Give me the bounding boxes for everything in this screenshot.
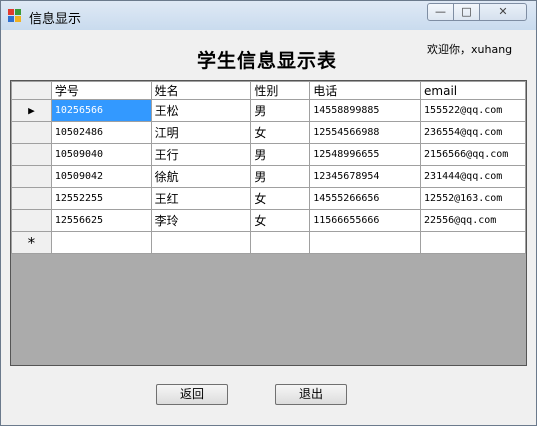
grid-header-row: 学号 姓名 性别 电话 email xyxy=(11,81,526,100)
phone-cell[interactable]: 12345678954 xyxy=(309,165,422,188)
new-row-cell[interactable] xyxy=(150,231,252,254)
email-cell[interactable]: 231444@qq.com xyxy=(420,165,526,188)
new-row-indicator[interactable]: * xyxy=(11,231,52,254)
id-cell[interactable]: 10509040 xyxy=(50,143,152,166)
id-cell[interactable]: 10509042 xyxy=(50,165,152,188)
email-cell[interactable]: 12552@163.com xyxy=(420,187,526,210)
grid-corner-cell[interactable] xyxy=(11,81,52,100)
back-button[interactable]: 返回 xyxy=(156,384,228,405)
column-header-gender[interactable]: 性别 xyxy=(250,81,311,100)
column-header-phone[interactable]: 电话 xyxy=(309,81,422,100)
id-cell[interactable]: 12552255 xyxy=(50,187,152,210)
gender-cell[interactable]: 男 xyxy=(250,143,311,166)
id-cell[interactable]: 12556625 xyxy=(50,209,152,232)
table-row[interactable]: 10509040 王行男 12548996655 2156566@qq.com xyxy=(11,143,526,166)
name-cell[interactable]: 江明 xyxy=(150,121,252,144)
email-cell[interactable]: 22556@qq.com xyxy=(420,209,526,232)
row-header[interactable] xyxy=(11,121,52,144)
page-title: 学生信息显示表 xyxy=(197,50,338,72)
phone-cell[interactable]: 12554566988 xyxy=(309,121,422,144)
phone-cell[interactable]: 14558899885 xyxy=(309,99,422,122)
gender-cell[interactable]: 女 xyxy=(250,121,311,144)
welcome-label: 欢迎你，xuhang xyxy=(427,43,513,56)
phone-cell[interactable]: 11566655666 xyxy=(309,209,422,232)
table-row[interactable]: 10502486 江明女 12554566988 236554@qq.com xyxy=(11,121,526,144)
id-cell[interactable]: 10256566 xyxy=(50,99,152,122)
email-cell[interactable]: 236554@qq.com xyxy=(420,121,526,144)
minimize-button[interactable]: — xyxy=(427,3,454,21)
table-row[interactable]: ▶ 10256566 王松男 14558899885 155522@qq.com xyxy=(11,99,526,122)
phone-cell[interactable]: 12548996655 xyxy=(309,143,422,166)
window-title: 信息显示 xyxy=(29,12,82,27)
row-header[interactable] xyxy=(11,165,52,188)
new-row-cell[interactable] xyxy=(309,231,422,254)
new-row-cell[interactable] xyxy=(250,231,311,254)
title-bar[interactable]: 信息显示 — □ ✕ xyxy=(1,1,536,30)
new-row-cell[interactable] xyxy=(50,231,152,254)
maximize-button[interactable]: □ xyxy=(453,3,480,21)
table-row[interactable]: 12552255 王红女 14555266656 12552@163.com xyxy=(11,187,526,210)
current-row-indicator[interactable]: ▶ xyxy=(11,99,52,122)
name-cell[interactable]: 王红 xyxy=(150,187,252,210)
phone-cell[interactable]: 14555266656 xyxy=(309,187,422,210)
new-row[interactable]: * xyxy=(11,231,526,254)
student-data-grid[interactable]: 学号 姓名 性别 电话 email ▶ 10256566 王松男 1455889988… xyxy=(10,80,527,366)
row-header[interactable] xyxy=(11,187,52,210)
email-cell[interactable]: 2156566@qq.com xyxy=(420,143,526,166)
row-header[interactable] xyxy=(11,209,52,232)
row-header[interactable] xyxy=(11,143,52,166)
gender-cell[interactable]: 女 xyxy=(250,187,311,210)
grid-body: ▶ 10256566 王松男 14558899885 155522@qq.com 1050… xyxy=(11,99,526,254)
id-cell[interactable]: 10502486 xyxy=(50,121,152,144)
grid-table: 学号 姓名 性别 电话 email ▶ 10256566 王松男 1455889988… xyxy=(11,81,526,254)
column-header-email[interactable]: email xyxy=(420,81,526,100)
form-client-area: 学生信息显示表 欢迎你，xuhang 学号 姓名 性别 电话 email ▶ 1… xyxy=(9,31,528,420)
table-row[interactable]: 12556625 李玲女 11566655666 22556@qq.com xyxy=(11,209,526,232)
name-cell[interactable]: 王行 xyxy=(150,143,252,166)
close-button[interactable]: ✕ xyxy=(479,3,527,21)
email-cell[interactable]: 155522@qq.com xyxy=(420,99,526,122)
gender-cell[interactable]: 女 xyxy=(250,209,311,232)
app-icon xyxy=(8,9,22,23)
name-cell[interactable]: 徐航 xyxy=(150,165,252,188)
main-window: 信息显示 — □ ✕ 学生信息显示表 欢迎你，xuhang 学号 姓名 性别 电… xyxy=(0,0,537,426)
name-cell[interactable]: 李玲 xyxy=(150,209,252,232)
new-row-cell[interactable] xyxy=(420,231,526,254)
column-header-name[interactable]: 姓名 xyxy=(150,81,252,100)
exit-button[interactable]: 退出 xyxy=(275,384,347,405)
name-cell[interactable]: 王松 xyxy=(150,99,252,122)
table-row[interactable]: 10509042 徐航男 12345678954 231444@qq.com xyxy=(11,165,526,188)
gender-cell[interactable]: 男 xyxy=(250,165,311,188)
gender-cell[interactable]: 男 xyxy=(250,99,311,122)
column-header-id[interactable]: 学号 xyxy=(50,81,152,100)
